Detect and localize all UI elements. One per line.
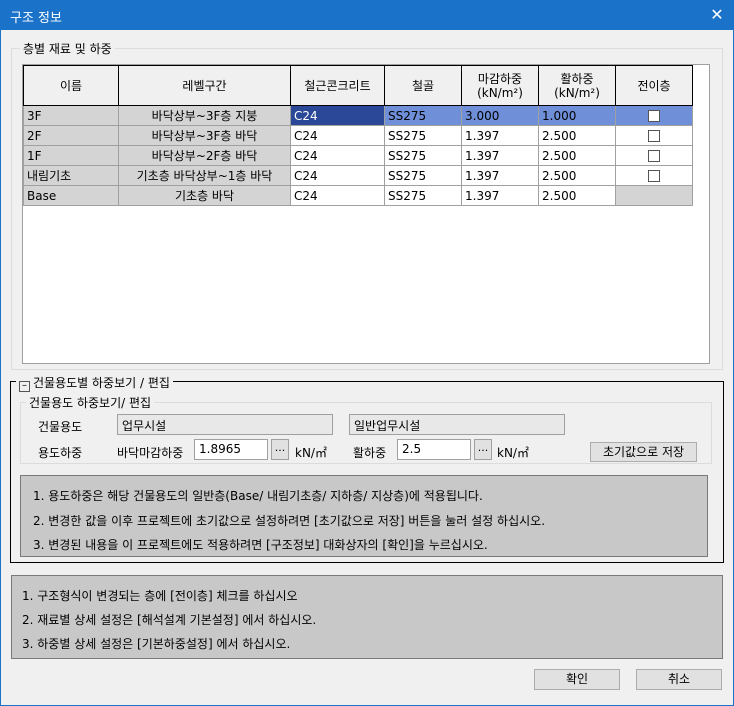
usage-load-group-title[interactable]: – 건물용도별 하중보기 / 편집 (16, 374, 173, 392)
general-note-3: 3. 하중별 상세 설정은 [기본하중설정] 에서 하십시오. (22, 637, 291, 651)
cell-live[interactable]: 1.000 (538, 105, 616, 126)
general-note-1: 1. 구조형식이 변경되는 층에 [전이층] 체크를 하십시오 (22, 589, 298, 603)
cell-range: 기초층 바닥 (118, 185, 291, 206)
table-row[interactable]: 내림기초 기초층 바닥상부~1층 바닥 C24 SS275 1.397 2.50… (23, 165, 693, 186)
column-header-live-load[interactable]: 활하중 (kN/m²) (538, 65, 616, 106)
cell-transfer[interactable] (615, 165, 693, 186)
cell-transfer[interactable] (615, 105, 693, 126)
usage-load-label: 용도하중 (38, 446, 83, 460)
general-note-2: 2. 재료별 상세 설정은 [해석설계 기본설정] 에서 하십시오. (22, 613, 317, 627)
live-load-dots-button[interactable]: ... (474, 439, 492, 460)
table-row[interactable]: 2F 바닥상부~3F층 바닥 C24 SS275 1.397 2.500 (23, 125, 693, 146)
save-default-button[interactable]: 초기값으로 저장 (590, 442, 697, 462)
collapse-icon[interactable]: – (19, 381, 30, 392)
title-bar: 구조 정보 ✕ (0, 0, 734, 30)
transfer-checkbox[interactable] (648, 130, 660, 142)
cell-finish[interactable]: 1.397 (461, 185, 539, 206)
cell-rc[interactable]: C24 (290, 165, 385, 186)
cell-finish[interactable]: 1.397 (461, 125, 539, 146)
cell-range: 기초층 바닥상부~1층 바닥 (118, 165, 291, 186)
cell-steel[interactable]: SS275 (384, 185, 462, 206)
cell-steel[interactable]: SS275 (384, 105, 462, 126)
table-row[interactable]: 1F 바닥상부~2F층 바닥 C24 SS275 1.397 2.500 (23, 145, 693, 166)
cell-range: 바닥상부~2F층 바닥 (118, 145, 291, 166)
cell-rc[interactable]: C24 (290, 145, 385, 166)
usage-notes-panel: 1. 용도하중은 해당 건물용도의 일반층(Base/ 내림기초층/ 지하층/ … (20, 475, 708, 557)
window-title: 구조 정보 (10, 11, 62, 26)
cancel-button[interactable]: 취소 (636, 669, 722, 690)
column-header-finish-load[interactable]: 마감하중 (kN/m²) (461, 65, 539, 106)
usage-load-edit-group-label: 건물용도 하중보기/ 편집 (26, 394, 155, 411)
table-row[interactable]: 3F 바닥상부~3F층 지붕 C24 SS275 3.000 1.000 (23, 105, 693, 126)
cell-finish[interactable]: 1.397 (461, 145, 539, 166)
cell-name: 2F (23, 125, 119, 146)
cell-rc[interactable]: C24 (290, 125, 385, 146)
cell-steel[interactable]: SS275 (384, 165, 462, 186)
cell-name: 내림기초 (23, 165, 119, 186)
live-load-input[interactable]: 2.5 (397, 439, 471, 460)
cell-name: 3F (23, 105, 119, 126)
usage-sub-field[interactable]: 일반업무시설 (349, 414, 565, 435)
usage-note-2: 2. 변경한 값을 이후 프로젝트에 초기값으로 설정하려면 [초기값으로 저장… (33, 514, 546, 528)
table-row[interactable]: Base 기초층 바닥 C24 SS275 1.397 2.500 (23, 185, 693, 206)
floor-materials-group-label: 층별 재료 및 하중 (20, 40, 115, 57)
live-load-label: 활하중 (353, 446, 387, 460)
finish-load-unit: kN/㎡ (295, 446, 327, 460)
finish-load-dots-button[interactable]: ... (271, 439, 289, 460)
usage-note-1: 1. 용도하중은 해당 건물용도의 일반층(Base/ 내림기초층/ 지하층/ … (33, 489, 483, 503)
transfer-checkbox[interactable] (648, 110, 660, 122)
usage-load-group-label: 건물용도별 하중보기 / 편집 (33, 376, 170, 390)
cell-range: 바닥상부~3F층 바닥 (118, 125, 291, 146)
cell-transfer[interactable] (615, 145, 693, 166)
finish-load-input[interactable]: 1.8965 (194, 439, 268, 460)
column-header-steel[interactable]: 철골 (384, 65, 462, 106)
cell-finish[interactable]: 1.397 (461, 165, 539, 186)
general-notes-panel: 1. 구조형식이 변경되는 층에 [전이층] 체크를 하십시오 2. 재료별 상… (11, 575, 723, 659)
cell-name: 1F (23, 145, 119, 166)
close-icon[interactable]: ✕ (700, 0, 734, 30)
cell-name: Base (23, 185, 119, 206)
cell-finish[interactable]: 3.000 (461, 105, 539, 126)
cell-transfer (615, 185, 693, 206)
cell-live[interactable]: 2.500 (538, 145, 616, 166)
live-load-unit: kN/㎡ (497, 446, 529, 460)
cell-steel[interactable]: SS275 (384, 145, 462, 166)
cell-live[interactable]: 2.500 (538, 185, 616, 206)
floor-grid[interactable]: 이름 레벨구간 철근콘크리트 철골 마감하중 (kN/m²) 활하중 (kN/m… (23, 65, 693, 206)
cell-rc[interactable]: C24 (290, 105, 385, 126)
usage-label: 건물용도 (38, 420, 83, 434)
finish-load-label: 바닥마감하중 (117, 446, 184, 460)
transfer-checkbox[interactable] (648, 170, 660, 182)
cell-range: 바닥상부~3F층 지붕 (118, 105, 291, 126)
usage-field[interactable]: 업무시설 (117, 414, 333, 435)
cell-live[interactable]: 2.500 (538, 165, 616, 186)
usage-note-3: 3. 변경된 내용을 이 프로젝트에도 적용하려면 [구조정보] 대화상자의 [… (33, 538, 488, 552)
cell-rc[interactable]: C24 (290, 185, 385, 206)
ok-button[interactable]: 확인 (534, 669, 620, 690)
transfer-checkbox[interactable] (648, 150, 660, 162)
column-header-transfer[interactable]: 전이층 (615, 65, 693, 106)
column-header-rc[interactable]: 철근콘크리트 (290, 65, 385, 106)
cell-steel[interactable]: SS275 (384, 125, 462, 146)
cell-live[interactable]: 2.500 (538, 125, 616, 146)
cell-transfer[interactable] (615, 125, 693, 146)
column-header-level-range[interactable]: 레벨구간 (118, 65, 291, 106)
column-header-name[interactable]: 이름 (23, 65, 119, 106)
